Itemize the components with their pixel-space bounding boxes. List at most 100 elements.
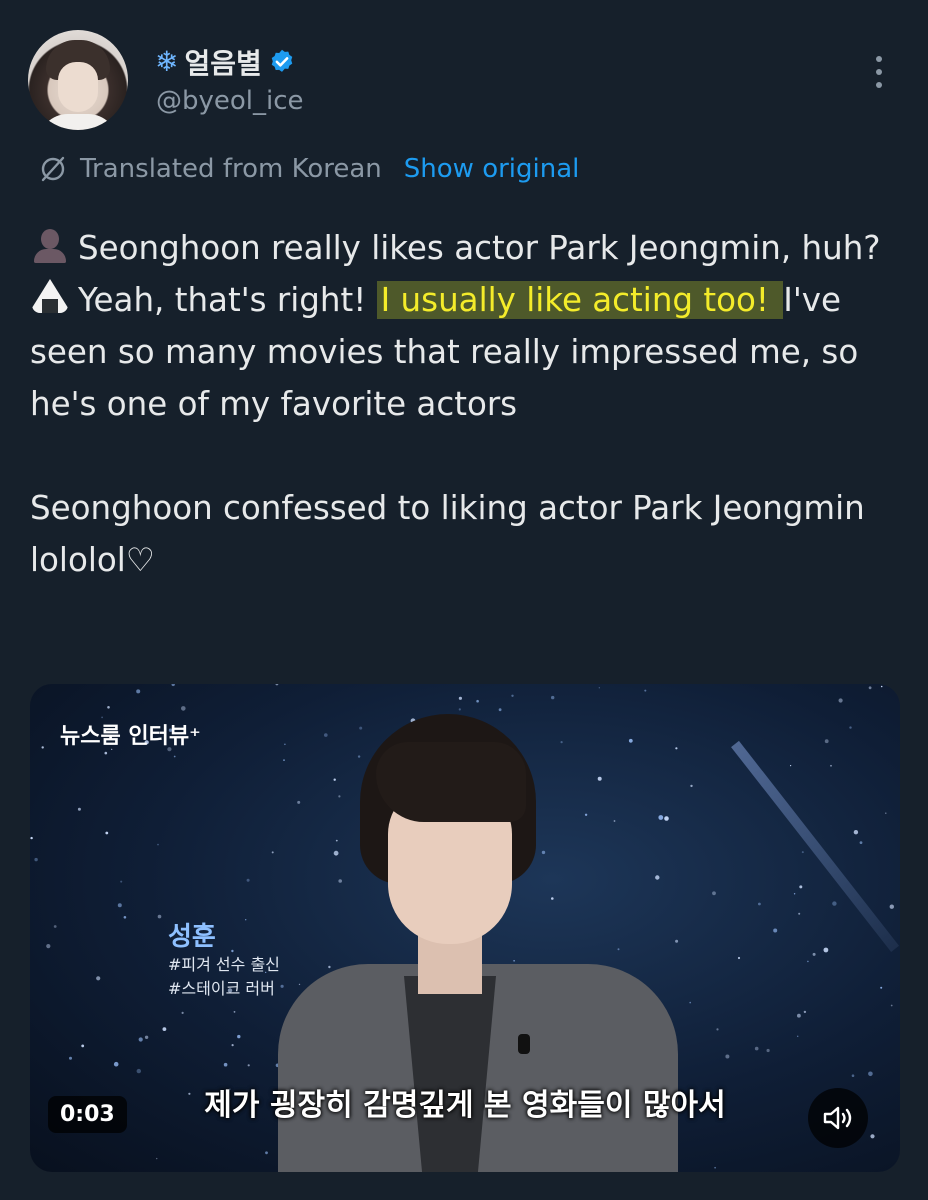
star — [104, 751, 108, 755]
translated-note: Translated from Korean — [80, 154, 382, 184]
star — [69, 1056, 72, 1060]
star — [181, 1011, 184, 1014]
star — [498, 708, 502, 712]
star — [898, 690, 900, 692]
star — [849, 726, 852, 729]
star — [851, 1074, 855, 1077]
person-silhouette-icon — [30, 229, 70, 263]
caption-name: 성훈 — [168, 922, 216, 952]
post-line-2-before: Yeah, that's right! — [78, 281, 377, 319]
post-line-2: Yeah, that's right! I usually like actin… — [30, 274, 900, 430]
star — [824, 739, 829, 744]
star — [807, 960, 809, 963]
star — [144, 1035, 149, 1039]
caption-tag: #스테이크 러버 — [168, 979, 275, 998]
star — [81, 1044, 85, 1048]
star — [838, 698, 843, 703]
newsroom-logo: 뉴스룸 인터뷰⁺ — [60, 724, 201, 749]
post-line-3: Seonghoon confessed to liking actor Park… — [30, 489, 865, 579]
star — [41, 746, 44, 749]
star — [113, 1061, 119, 1067]
star — [690, 784, 693, 788]
display-name[interactable]: 얼음별 — [184, 42, 261, 82]
fringe — [376, 742, 526, 822]
translation-row: Translated from Korean Show original — [38, 154, 579, 184]
star — [799, 885, 803, 889]
speaker-icon — [823, 1106, 852, 1130]
star — [511, 694, 514, 697]
star — [644, 689, 647, 692]
star — [157, 843, 159, 846]
star — [162, 1027, 167, 1031]
star — [754, 1046, 759, 1051]
more-dot-icon — [876, 56, 882, 62]
lapel-mic — [518, 1034, 530, 1054]
tweet: ❄ 얼음별 @byeol_ice Translated from Korean … — [0, 0, 928, 1200]
star — [246, 878, 250, 882]
star — [712, 891, 716, 896]
author-name-row[interactable]: ❄ 얼음별 — [155, 42, 296, 82]
star — [832, 901, 837, 906]
avatar-face — [58, 62, 98, 112]
star — [868, 686, 872, 690]
star — [798, 912, 801, 915]
translate-icon — [41, 156, 65, 182]
verified-badge-icon — [271, 49, 293, 72]
video-subtitle: 제가 굉장히 감명깊게 본 영화들이 많아서 — [204, 1088, 726, 1123]
star — [859, 841, 863, 844]
star — [598, 687, 600, 689]
star — [890, 1004, 893, 1007]
star — [868, 1071, 873, 1077]
star — [870, 1134, 875, 1139]
post-line-1: Seonghoon really likes actor Park Jeongm… — [30, 222, 900, 274]
highlighted-text: I usually like acting too! — [376, 281, 784, 319]
star — [725, 1054, 730, 1059]
star — [275, 684, 279, 686]
star — [766, 1048, 770, 1053]
lower-third-caption: 성훈 #피겨 선수 출신 #스테이크 러버 — [168, 916, 280, 1001]
star — [797, 1035, 799, 1037]
star — [237, 1034, 241, 1039]
more-dot-icon — [876, 69, 882, 75]
more-options-button[interactable] — [866, 52, 892, 92]
star — [173, 755, 176, 758]
star — [233, 1011, 236, 1013]
author-handle[interactable]: @byeol_ice — [156, 86, 304, 116]
star — [880, 685, 883, 688]
star — [247, 1064, 250, 1067]
star — [136, 689, 141, 694]
avatar-shirt — [38, 114, 118, 130]
star — [96, 976, 101, 981]
star — [716, 1028, 719, 1031]
snowflake-icon: ❄ — [155, 45, 179, 78]
show-original-link[interactable]: Show original — [404, 154, 580, 184]
star — [797, 1013, 801, 1018]
star — [812, 952, 816, 956]
post-text: Seonghoon really likes actor Park Jeongm… — [30, 222, 900, 586]
star — [853, 830, 859, 835]
avatar[interactable] — [28, 30, 128, 130]
star — [117, 903, 122, 908]
star — [157, 914, 162, 919]
star — [181, 706, 186, 711]
star — [231, 1044, 234, 1047]
video-timestamp: 0:03 — [48, 1096, 127, 1133]
star — [120, 880, 123, 883]
star — [758, 902, 761, 906]
star — [105, 831, 109, 835]
star — [773, 928, 778, 933]
star — [458, 696, 462, 700]
star — [885, 812, 887, 814]
star — [689, 1001, 691, 1004]
rice-ball-icon — [30, 279, 70, 315]
mute-button[interactable] — [808, 1088, 868, 1148]
star — [830, 764, 832, 767]
star — [551, 695, 555, 700]
star — [793, 893, 796, 895]
video-player[interactable]: 뉴스룸 인터뷰⁺ 성훈 #피겨 선수 출신 #스테이크 러버 제가 굉장히 감명… — [30, 684, 900, 1172]
star — [880, 986, 883, 989]
star — [737, 956, 741, 960]
post-line-1-text: Seonghoon really likes actor Park Jeongm… — [78, 229, 881, 267]
star — [107, 706, 110, 709]
star — [136, 1068, 141, 1074]
